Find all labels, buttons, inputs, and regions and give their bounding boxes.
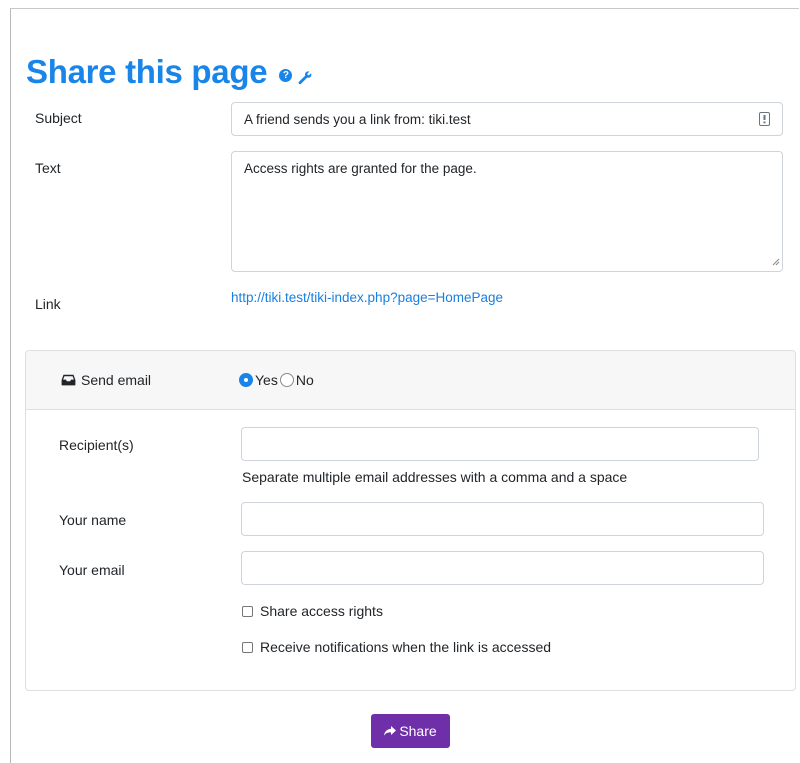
subject-label: Subject bbox=[35, 110, 82, 126]
page-title-text: Share this page bbox=[26, 53, 268, 90]
page-title: Share this page ? bbox=[26, 51, 312, 93]
share-access-rights-checkbox[interactable] bbox=[242, 605, 253, 617]
help-icon[interactable]: ? bbox=[279, 68, 293, 82]
inbox-icon bbox=[61, 374, 76, 386]
send-email-no-label[interactable]: No bbox=[296, 372, 314, 388]
share-button[interactable]: Share bbox=[371, 714, 450, 748]
text-value: Access rights are granted for the page. bbox=[244, 161, 477, 176]
your-name-label: Your name bbox=[59, 512, 127, 528]
receive-notifications-row[interactable]: Receive notifications when the link is a… bbox=[242, 639, 551, 655]
recipients-help-text: Separate multiple email addresses with a… bbox=[242, 469, 628, 485]
receive-notifications-label[interactable]: Receive notifications when the link is a… bbox=[260, 639, 551, 655]
send-email-label: Send email bbox=[81, 372, 152, 388]
translate-icon[interactable] bbox=[759, 112, 770, 129]
your-email-label: Your email bbox=[59, 562, 125, 578]
text-label: Text bbox=[35, 160, 61, 176]
send-email-radio-group: Yes No bbox=[239, 372, 314, 388]
share-button-label: Share bbox=[399, 723, 437, 739]
send-email-yes-radio[interactable] bbox=[239, 373, 253, 387]
receive-notifications-checkbox[interactable] bbox=[242, 641, 253, 653]
page-link[interactable]: http://tiki.test/tiki-index.php?page=Hom… bbox=[231, 290, 503, 305]
send-email-no-radio[interactable] bbox=[279, 373, 294, 387]
send-email-header: Send email Yes No bbox=[26, 351, 795, 410]
share-arrow-icon bbox=[384, 726, 397, 736]
text-textarea[interactable]: Access rights are granted for the page. bbox=[231, 151, 783, 272]
send-email-toggle-label: Send email bbox=[61, 372, 151, 388]
resize-handle-icon[interactable] bbox=[772, 254, 780, 269]
share-access-rights-label[interactable]: Share access rights bbox=[260, 603, 383, 619]
send-email-yes-label[interactable]: Yes bbox=[255, 372, 278, 388]
wrench-icon[interactable] bbox=[298, 55, 312, 93]
your-name-input[interactable] bbox=[241, 502, 764, 536]
subject-input[interactable]: A friend sends you a link from: tiki.tes… bbox=[231, 102, 783, 136]
link-label: Link bbox=[35, 296, 61, 312]
recipients-input[interactable] bbox=[241, 427, 759, 461]
recipients-label: Recipient(s) bbox=[59, 437, 134, 453]
subject-value: A friend sends you a link from: tiki.tes… bbox=[244, 112, 471, 127]
send-email-card: Send email Yes No Recipient(s) Separate … bbox=[25, 350, 796, 691]
your-email-input[interactable] bbox=[241, 551, 764, 585]
share-access-rights-row[interactable]: Share access rights bbox=[242, 603, 383, 619]
